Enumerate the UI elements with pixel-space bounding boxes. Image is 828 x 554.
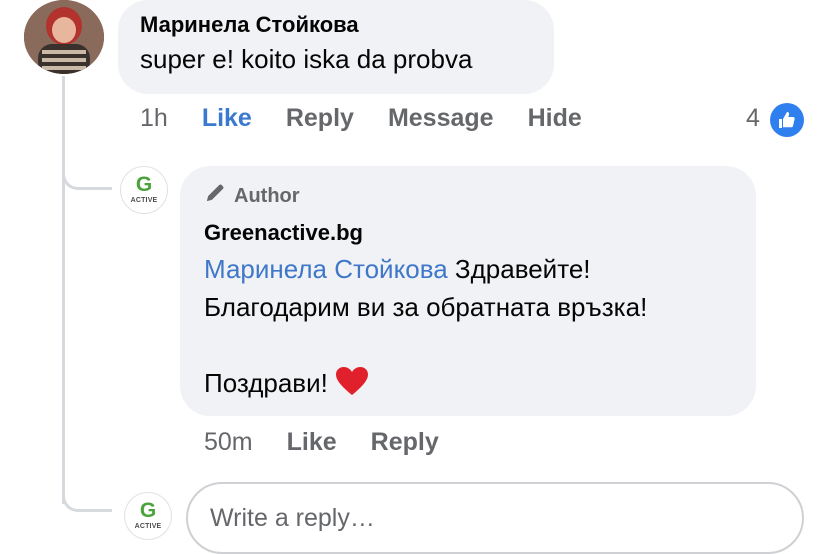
message-button[interactable]: Message [388,104,494,133]
thread-branch-input [62,490,112,512]
pencil-icon [204,182,226,210]
brand-logo-wordmark: ACTIVE [130,197,158,204]
comment-timestamp[interactable]: 1h [140,104,168,133]
reply-timestamp[interactable]: 50m [204,428,253,457]
reply-closing: Поздрави! [204,368,328,398]
author-badge: Author [204,182,732,210]
thread-branch-reply [62,168,112,190]
brand-logo-letter: G [139,499,157,522]
mention-link[interactable]: Маринела Стойкова [204,254,448,284]
reply-button[interactable]: Reply [286,104,354,133]
thread-line [62,76,65,504]
heart-emoji [335,367,369,398]
reply-line-3: Поздрави! [204,364,732,402]
current-page-avatar: G ACTIVE [124,492,172,540]
greenactive-avatar[interactable]: G ACTIVE [120,166,168,214]
reply-line-2: Благодарим ви за обратната връзка! [204,292,648,322]
commenter-avatar[interactable] [24,0,104,74]
comment-bubble: Маринела Стойкова super e! koito iska da… [118,0,554,94]
reply-like-button[interactable]: Like [287,428,337,457]
reply-author-name[interactable]: Greenactive.bg [204,220,732,246]
hide-button[interactable]: Hide [528,104,582,133]
author-badge-label: Author [234,184,300,207]
comment-author-name[interactable]: Маринела Стойкова [140,12,532,38]
brand-logo-wordmark: ACTIVE [134,523,162,530]
comment-actions: 1h Like Reply Message Hide [140,104,616,133]
reply-input[interactable]: Write a reply… [186,482,804,554]
reply-bubble: Author Greenactive.bg Маринела Стойкова … [180,166,756,416]
comment-text: super e! koito iska da probva [140,44,473,74]
reaction-count[interactable]: 4 [746,104,760,133]
reply-greeting: Здравейте! [447,254,591,284]
reply-line-1: Маринела Стойкова Здравейте! [204,250,732,288]
reply-reply-button[interactable]: Reply [371,428,439,457]
brand-logo-letter: G [135,173,153,196]
reply-actions: 50m Like Reply [204,428,473,457]
like-button[interactable]: Like [202,104,252,133]
like-reaction-icon[interactable] [770,103,804,137]
